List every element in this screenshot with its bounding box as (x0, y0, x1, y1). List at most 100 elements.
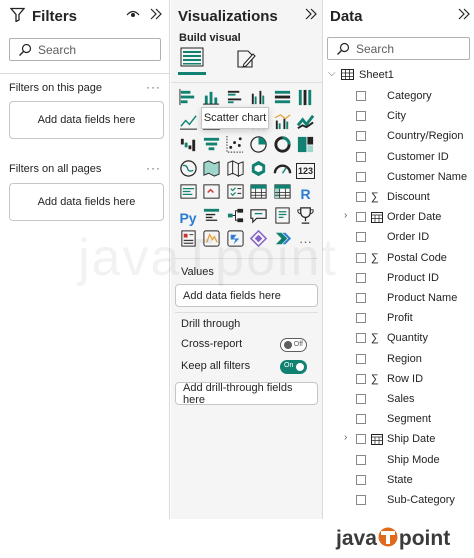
field-checkbox[interactable] (356, 131, 366, 142)
field-row[interactable]: Region (344, 351, 474, 369)
format-visual-button[interactable] (233, 47, 261, 75)
field-row[interactable]: Order ID (344, 229, 474, 247)
python-visual-button[interactable]: Py (178, 208, 198, 228)
filters-search-input[interactable] (38, 41, 138, 58)
shape-map-button[interactable] (225, 159, 245, 181)
filters-all-pages-drop-well[interactable]: Add data fields here (9, 183, 164, 221)
gauge-button[interactable] (272, 161, 292, 181)
treemap-button[interactable] (296, 136, 316, 157)
field-row[interactable]: ∑ Postal Code (344, 250, 474, 268)
field-row[interactable]: ∑ Discount (344, 189, 474, 207)
field-row[interactable]: › Ship Date (344, 431, 474, 449)
field-checkbox[interactable] (356, 91, 366, 101)
field-row[interactable]: Product Name (344, 290, 474, 308)
field-checkbox[interactable] (356, 111, 366, 122)
values-drop-well[interactable]: Add data fields here (175, 284, 318, 307)
field-checkbox[interactable] (356, 232, 366, 243)
javatpoint-logo: java point (336, 526, 450, 554)
card-button[interactable]: 123 (295, 161, 316, 181)
chevron-down-icon[interactable]: ⌵ (328, 68, 336, 79)
field-checkbox[interactable] (356, 495, 366, 505)
build-visual-button[interactable] (178, 47, 206, 75)
arrow-visual-button[interactable] (272, 231, 292, 251)
filters-page-drop-well[interactable]: Add data fields here (9, 101, 164, 139)
chevron-right-icon[interactable]: › (344, 432, 347, 443)
waterfall-chart-button[interactable] (178, 137, 198, 157)
filters-all-pages-more-icon[interactable]: ··· (146, 161, 161, 175)
field-row[interactable]: Segment (344, 411, 474, 429)
field-checkbox[interactable] (356, 414, 366, 425)
kpi-button[interactable] (202, 184, 222, 204)
field-row[interactable]: Sales (344, 391, 474, 409)
100-stacked-column-chart-button[interactable] (296, 89, 316, 110)
map-button[interactable] (178, 159, 198, 181)
field-row[interactable]: Customer ID (344, 149, 474, 167)
pie-chart-button[interactable] (249, 136, 269, 157)
field-row[interactable]: City (344, 108, 474, 126)
field-checkbox[interactable] (356, 171, 366, 182)
power-automate-button[interactable] (225, 230, 245, 251)
goals-button[interactable] (296, 206, 316, 228)
field-checkbox[interactable] (356, 313, 366, 324)
more-options-button[interactable]: ··· (296, 231, 316, 251)
decomposition-tree-button[interactable] (225, 208, 245, 228)
field-row[interactable]: › Order Date (344, 209, 474, 227)
drill-through-drop-well[interactable]: Add drill-through fields here (175, 382, 318, 406)
field-row[interactable]: Category (344, 88, 474, 106)
multi-row-card-button[interactable] (178, 184, 198, 204)
qa-button[interactable] (249, 208, 269, 228)
get-more-visuals-button[interactable] (249, 229, 269, 251)
filters-search-box[interactable] (9, 38, 161, 61)
paginated-report-button[interactable] (178, 230, 198, 251)
field-row[interactable]: Customer Name (344, 169, 474, 187)
cross-report-toggle[interactable]: Off (280, 338, 307, 352)
collapse-filters-icon[interactable] (150, 7, 162, 26)
collapse-visualizations-icon[interactable] (305, 7, 317, 26)
line-chart-button[interactable] (178, 114, 198, 134)
field-checkbox[interactable] (356, 192, 366, 202)
field-row[interactable]: Sub-Category (344, 492, 474, 510)
field-row[interactable]: Profit (344, 310, 474, 328)
eye-icon[interactable] (126, 7, 140, 26)
key-influencers-button[interactable] (202, 208, 222, 228)
smart-narrative-button[interactable] (272, 206, 292, 228)
field-checkbox[interactable] (356, 394, 366, 404)
collapse-data-icon[interactable] (458, 7, 470, 26)
funnel-chart-button[interactable] (202, 137, 222, 157)
field-checkbox[interactable] (356, 151, 366, 162)
field-checkbox[interactable] (356, 373, 366, 384)
slicer-button[interactable] (225, 184, 245, 204)
field-checkbox[interactable] (356, 434, 366, 445)
azure-map-button[interactable] (249, 160, 269, 181)
field-row[interactable]: State (344, 472, 474, 490)
donut-chart-button[interactable] (272, 136, 292, 157)
keep-all-filters-toggle[interactable]: On (280, 360, 307, 374)
field-checkbox[interactable] (356, 474, 366, 485)
matrix-button[interactable] (272, 184, 292, 204)
line-and-clustered-column-chart-button[interactable] (272, 113, 292, 134)
r-script-visual-button[interactable]: R (296, 184, 316, 204)
ribbon-chart-button[interactable] (296, 114, 316, 134)
stacked-bar-chart-button[interactable] (178, 88, 198, 110)
100-stacked-bar-chart-button[interactable] (272, 90, 292, 110)
filled-map-button[interactable] (202, 159, 222, 181)
table-button[interactable] (249, 184, 269, 204)
field-checkbox[interactable] (356, 333, 366, 344)
chevron-right-icon[interactable]: › (344, 210, 347, 221)
field-row[interactable]: Country/Region (344, 128, 474, 146)
scatter-chart-button[interactable] (225, 135, 245, 157)
field-row[interactable]: Product ID (344, 270, 474, 288)
field-checkbox[interactable] (356, 293, 366, 303)
field-row[interactable]: Ship Mode (344, 452, 474, 470)
field-row[interactable]: ∑ Row ID (344, 371, 474, 389)
data-search-box[interactable] (327, 37, 470, 60)
field-checkbox[interactable] (356, 353, 366, 364)
field-checkbox[interactable] (356, 252, 366, 263)
field-checkbox[interactable] (356, 212, 366, 223)
field-row[interactable]: ∑ Quantity (344, 330, 474, 348)
data-search-input[interactable] (356, 40, 456, 57)
field-checkbox[interactable] (356, 454, 366, 465)
power-apps-button[interactable] (202, 230, 222, 251)
field-checkbox[interactable] (356, 272, 366, 283)
filters-page-more-icon[interactable]: ··· (146, 80, 161, 94)
